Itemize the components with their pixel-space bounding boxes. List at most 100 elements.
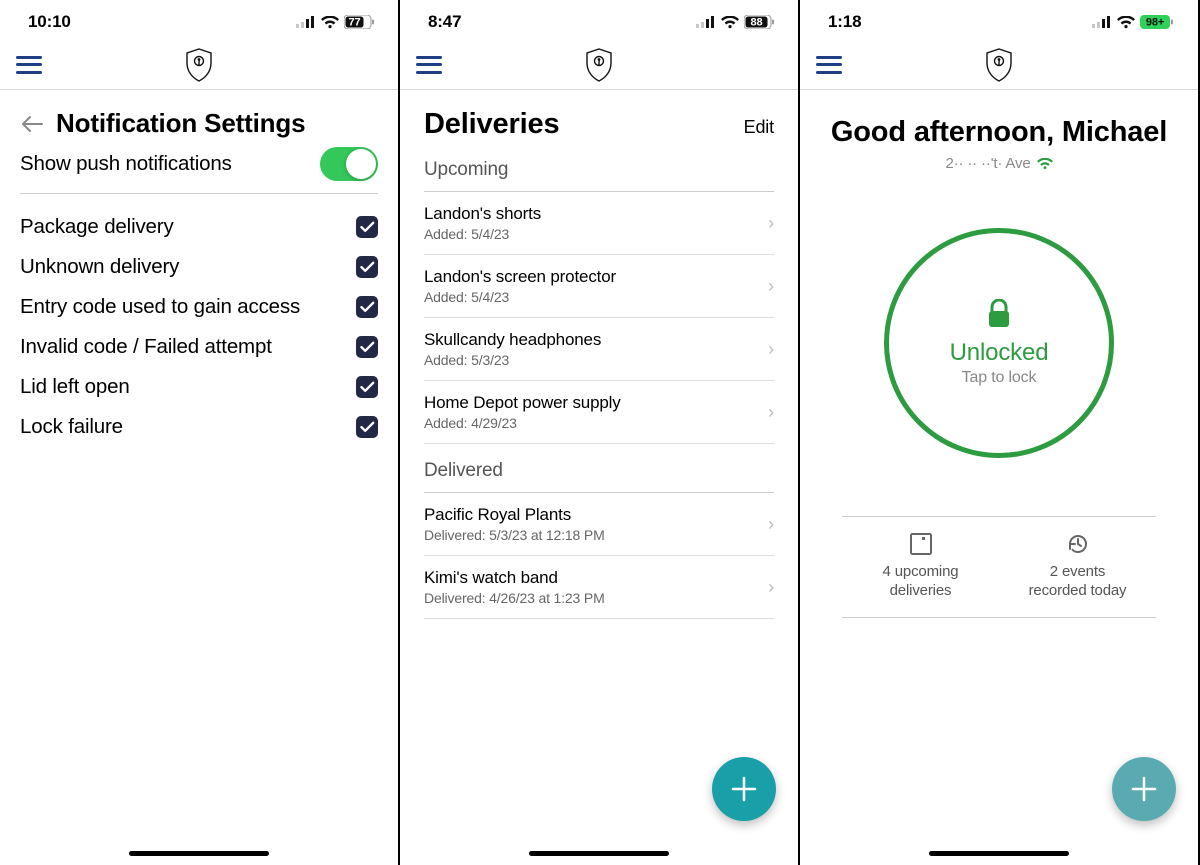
status-bar: 10:10 77	[0, 0, 398, 44]
wifi-icon	[721, 16, 739, 29]
lock-hint-text: Tap to lock	[962, 369, 1037, 387]
cellular-icon	[696, 16, 716, 28]
status-right-cluster: 88	[696, 15, 774, 29]
app-shield-logo-icon	[185, 48, 213, 82]
plus-icon	[1129, 774, 1159, 804]
delivery-row[interactable]: Kimi's watch band Delivered: 4/26/23 at 1…	[424, 556, 774, 619]
app-shield-logo-icon	[585, 48, 613, 82]
hamburger-menu-button[interactable]	[816, 56, 842, 74]
delivery-meta: Added: 4/29/23	[424, 415, 621, 431]
cellular-icon	[296, 16, 316, 28]
page-title: Deliveries	[424, 108, 559, 141]
upcoming-header: Upcoming	[424, 159, 774, 192]
delivery-meta: Delivered: 4/26/23 at 1:23 PM	[424, 590, 605, 606]
push-notifications-toggle[interactable]	[320, 147, 378, 181]
back-arrow-icon[interactable]	[20, 114, 44, 134]
delivery-row[interactable]: Home Depot power supply Added: 4/29/23 ›	[424, 381, 774, 444]
svg-text:77: 77	[349, 17, 361, 29]
lock-toggle-button[interactable]: Unlocked Tap to lock	[884, 228, 1114, 458]
setting-label: Invalid code / Failed attempt	[20, 335, 272, 359]
delivery-row[interactable]: Pacific Royal Plants Delivered: 5/3/23 at…	[424, 493, 774, 556]
setting-row: Lid left open	[20, 370, 378, 404]
svg-text:88: 88	[751, 17, 763, 29]
wifi-icon	[1117, 16, 1135, 29]
cellular-icon	[1092, 16, 1112, 28]
chevron-right-icon: ›	[768, 514, 774, 535]
chevron-right-icon: ›	[768, 577, 774, 598]
setting-checkbox[interactable]	[356, 256, 378, 278]
delivery-meta: Added: 5/3/23	[424, 352, 601, 368]
setting-checkbox[interactable]	[356, 416, 378, 438]
app-shield-logo-icon	[985, 48, 1013, 82]
app-top-bar	[0, 44, 398, 90]
events-today-text: 2 eventsrecorded today	[1029, 563, 1127, 601]
setting-row: Package delivery	[20, 210, 378, 244]
upcoming-deliveries-text: 4 upcomingdeliveries	[883, 563, 959, 601]
status-bar: 1:18 98+	[800, 0, 1198, 44]
delivery-name: Kimi's watch band	[424, 568, 605, 588]
home-indicator[interactable]	[529, 851, 669, 856]
settings-content: Notification Settings Show push notifica…	[0, 90, 398, 865]
setting-checkbox[interactable]	[356, 216, 378, 238]
chevron-right-icon: ›	[768, 213, 774, 234]
chevron-right-icon: ›	[768, 276, 774, 297]
screen-home: 1:18 98+ Good afternoon, Michael 2·· ·· …	[800, 0, 1200, 865]
hamburger-menu-button[interactable]	[416, 56, 442, 74]
setting-row: Invalid code / Failed attempt	[20, 330, 378, 364]
delivery-name: Pacific Royal Plants	[424, 505, 605, 525]
status-time: 1:18	[828, 12, 861, 32]
battery-icon: 88	[744, 15, 774, 29]
status-time: 8:47	[428, 12, 461, 32]
setting-checkbox[interactable]	[356, 296, 378, 318]
delivered-header: Delivered	[424, 460, 774, 493]
lock-icon	[986, 299, 1012, 329]
address-text: 2·· ·· ··'t· Ave	[945, 155, 1030, 172]
home-indicator[interactable]	[129, 851, 269, 856]
upcoming-deliveries-button[interactable]: 4 upcomingdeliveries	[842, 517, 999, 617]
deliveries-content: Deliveries Edit Upcoming Landon's shorts…	[400, 90, 798, 865]
battery-icon: 98+	[1140, 15, 1174, 29]
setting-row: Entry code used to gain access	[20, 290, 378, 324]
setting-checkbox[interactable]	[356, 376, 378, 398]
add-fab[interactable]	[1112, 757, 1176, 821]
setting-label: Package delivery	[20, 215, 174, 239]
svg-text:98+: 98+	[1146, 17, 1164, 29]
status-time: 10:10	[28, 12, 71, 32]
delivery-name: Home Depot power supply	[424, 393, 621, 413]
status-right-cluster: 77	[296, 15, 374, 29]
lock-status-text: Unlocked	[950, 339, 1049, 367]
delivery-name: Landon's shorts	[424, 204, 541, 224]
edit-button[interactable]: Edit	[744, 117, 774, 138]
home-stats-row: 4 upcomingdeliveries 2 eventsrecorded to…	[842, 516, 1156, 618]
app-top-bar	[400, 44, 798, 90]
box-icon	[908, 531, 934, 557]
setting-label: Lock failure	[20, 415, 123, 439]
delivery-row[interactable]: Skullcandy headphones Added: 5/3/23 ›	[424, 318, 774, 381]
delivery-name: Landon's screen protector	[424, 267, 616, 287]
settings-list: Package delivery Unknown delivery Entry co…	[20, 210, 378, 444]
setting-checkbox[interactable]	[356, 336, 378, 358]
plus-icon	[729, 774, 759, 804]
delivery-meta: Delivered: 5/3/23 at 12:18 PM	[424, 527, 605, 543]
chevron-right-icon: ›	[768, 339, 774, 360]
screen-notification-settings: 10:10 77 Notification Settings Show push…	[0, 0, 400, 865]
setting-label: Lid left open	[20, 375, 130, 399]
wifi-connected-icon	[1037, 158, 1053, 170]
setting-row: Unknown delivery	[20, 250, 378, 284]
wifi-icon	[321, 16, 339, 29]
upcoming-list: Landon's shortsAdded: 5/4/23›Landon's sc…	[424, 192, 774, 444]
battery-icon: 77	[344, 15, 374, 29]
delivery-meta: Added: 5/4/23	[424, 226, 541, 242]
events-today-button[interactable]: 2 eventsrecorded today	[999, 517, 1156, 617]
setting-label: Entry code used to gain access	[20, 295, 300, 319]
screen-deliveries: 8:47 88 Deliveries Edit Upcoming Landon'…	[400, 0, 800, 865]
home-indicator[interactable]	[929, 851, 1069, 856]
address-row: 2·· ·· ··'t· Ave	[830, 155, 1168, 172]
chevron-right-icon: ›	[768, 402, 774, 423]
add-delivery-fab[interactable]	[712, 757, 776, 821]
greeting-text: Good afternoon, Michael	[830, 116, 1168, 149]
delivery-row[interactable]: Landon's shorts Added: 5/4/23 ›	[424, 192, 774, 255]
hamburger-menu-button[interactable]	[16, 56, 42, 74]
delivery-name: Skullcandy headphones	[424, 330, 601, 350]
delivery-row[interactable]: Landon's screen protectorAdded: 5/4/23›	[424, 255, 774, 318]
